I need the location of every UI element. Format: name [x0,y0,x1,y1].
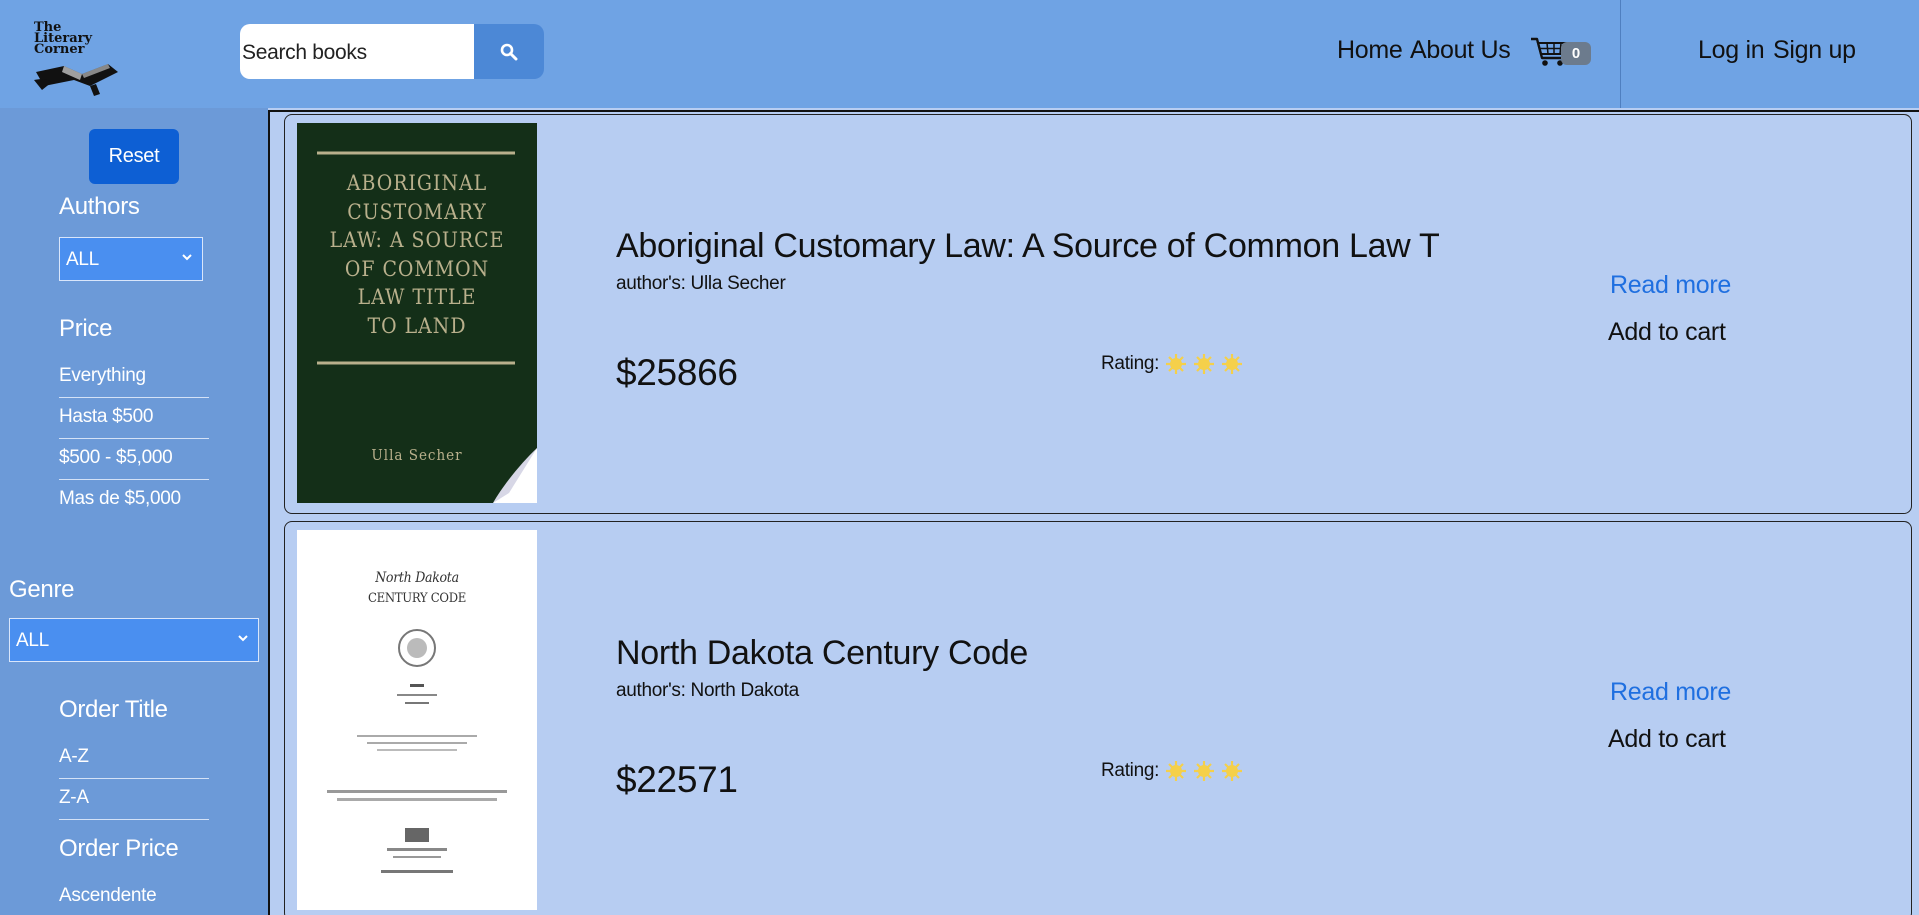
svg-text:TO LAND: TO LAND [368,314,467,338]
login-link[interactable]: Log in [1698,36,1765,65]
book-author: author's: North Dakota [616,680,799,701]
nav-home[interactable]: Home [1337,36,1403,65]
book-rating: Rating: [1101,760,1243,782]
book-cover-image[interactable]: ABORIGINAL CUSTOMARY LAW: A SOURCE OF CO… [297,123,537,503]
order-price-ascending[interactable]: Ascendente [59,877,209,915]
top-navbar: The Literary Corner Search books Home Ab… [0,0,1919,108]
order-price-heading: Order Price [59,835,179,862]
svg-text:LAW: A SOURCE: LAW: A SOURCE [330,228,505,252]
book-title[interactable]: North Dakota Century Code [616,634,1028,673]
svg-text:ABORIGINAL: ABORIGINAL [346,171,487,195]
add-to-cart-button[interactable]: Add to cart [1608,725,1726,754]
nav-about-us[interactable]: About Us [1410,36,1511,65]
svg-text:OF COMMON: OF COMMON [345,257,489,281]
book-hand-icon [34,64,118,96]
star-icon [1222,761,1243,781]
signup-link[interactable]: Sign up [1773,36,1856,65]
price-option-500-5000[interactable]: $500 - $5,000 [59,439,209,480]
price-option-under-500[interactable]: Hasta $500 [59,398,209,439]
read-more-link[interactable]: Read more [1610,678,1731,707]
star-icon [1194,761,1215,781]
filter-sidebar: Reset Authors ALL Price Everything Hasta… [0,108,268,915]
book-rating: Rating: [1101,353,1243,375]
authors-heading: Authors [59,193,140,220]
search-button[interactable] [474,24,544,79]
book-card: ABORIGINAL CUSTOMARY LAW: A SOURCE OF CO… [284,114,1912,514]
search-icon [500,43,518,60]
order-title-az[interactable]: A-Z [59,738,209,779]
authors-select[interactable]: ALL [59,237,203,281]
svg-text:North Dakota: North Dakota [374,570,459,586]
svg-text:CUSTOMARY: CUSTOMARY [347,200,486,224]
star-icon [1222,354,1243,374]
add-to-cart-button[interactable]: Add to cart [1608,318,1726,347]
genre-heading: Genre [9,576,75,603]
header-divider [1620,0,1621,108]
book-author: author's: Ulla Secher [616,273,786,294]
star-icon [1194,354,1215,374]
cart-count-badge: 0 [1561,42,1591,65]
book-cover-image[interactable]: North Dakota CENTURY CODE [297,530,537,910]
star-icon [1166,354,1187,374]
site-logo[interactable]: The Literary Corner [34,20,120,96]
price-option-over-5000[interactable]: Mas de $5,000 [59,480,209,521]
svg-text:LAW TITLE: LAW TITLE [358,285,477,309]
star-icon [1166,761,1187,781]
reset-button[interactable]: Reset [89,129,179,184]
read-more-link[interactable]: Read more [1610,271,1731,300]
book-card: North Dakota CENTURY CODE North Dakota C… [284,521,1912,915]
genre-select[interactable]: ALL [9,618,259,662]
svg-text:Ulla Secher: Ulla Secher [371,446,462,464]
price-heading: Price [59,315,113,342]
chevron-down-icon [182,254,192,261]
price-option-everything[interactable]: Everything [59,357,209,398]
book-price: $22571 [616,759,738,800]
svg-text:CENTURY CODE: CENTURY CODE [368,591,466,606]
book-price: $25866 [616,352,738,393]
chevron-down-icon [238,635,248,642]
search-input[interactable]: Search books [240,24,476,79]
book-title[interactable]: Aboriginal Customary Law: A Source of Co… [616,227,1440,266]
order-title-heading: Order Title [59,696,168,723]
order-title-za[interactable]: Z-A [59,779,209,820]
